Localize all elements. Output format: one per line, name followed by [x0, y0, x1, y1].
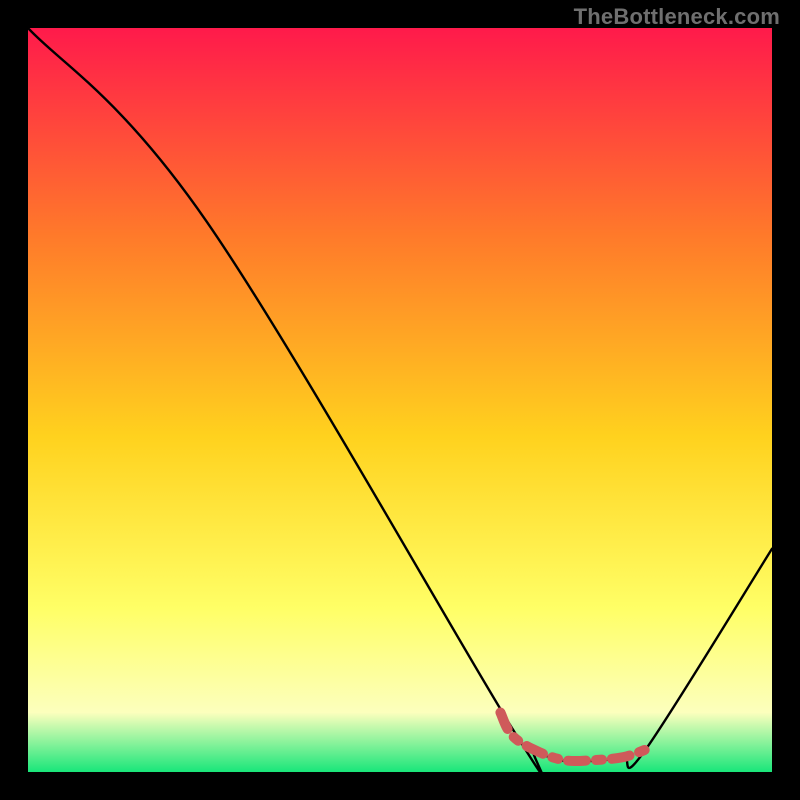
gradient-background	[28, 28, 772, 772]
plot-area	[28, 28, 772, 772]
chart-frame: TheBottleneck.com	[0, 0, 800, 800]
watermark-text: TheBottleneck.com	[574, 4, 780, 30]
bottleneck-chart	[28, 28, 772, 772]
